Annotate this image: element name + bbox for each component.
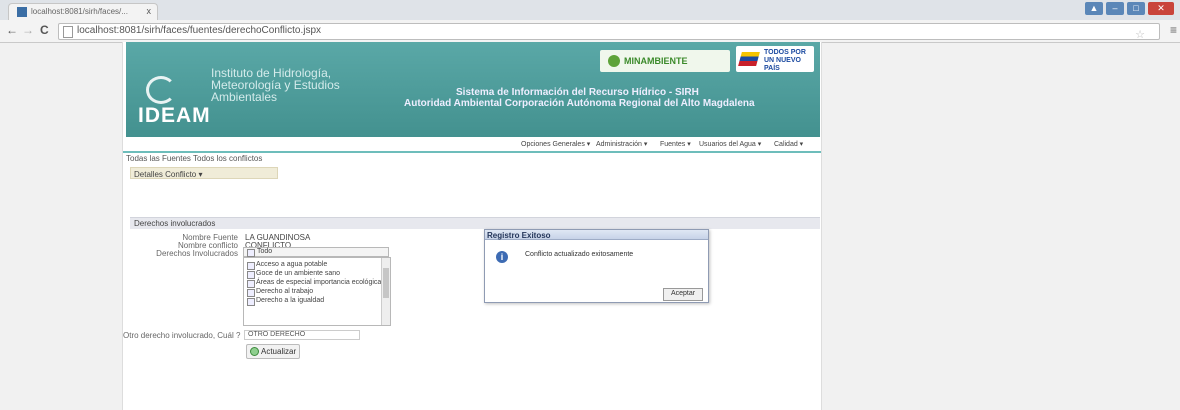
minambiente-text: MINAMBIENTE	[624, 56, 688, 66]
todos-logo: TODOS POR UN NUEVO PAÍS	[736, 46, 814, 72]
tab-close-icon[interactable]: x	[147, 6, 152, 16]
page-content: IDEAM Instituto de Hidrología, Meteorolo…	[122, 42, 822, 410]
list-item-label: Derecho al trabajo	[256, 288, 314, 295]
ideam-logo-text: IDEAM	[138, 104, 211, 127]
refresh-icon	[250, 347, 259, 356]
minimize-button[interactable]: –	[1106, 2, 1124, 15]
checkbox-icon[interactable]	[247, 249, 255, 257]
scrollbar-thumb[interactable]	[383, 268, 389, 298]
authority-title: Autoridad Ambiental Corporación Autónoma…	[404, 98, 755, 109]
bookmark-star-icon[interactable]: ☆	[1135, 28, 1145, 41]
back-button[interactable]: ←	[6, 23, 18, 37]
minambiente-logo: MINAMBIENTE	[600, 50, 730, 72]
menu-calidad[interactable]: Calidad ▾	[774, 140, 803, 148]
menu-opciones-generales[interactable]: Opciones Generales ▾	[521, 140, 590, 148]
url-input[interactable]: localhost:8081/sirh/faces/fuentes/derech…	[58, 23, 1160, 41]
actualizar-label: Actualizar	[261, 347, 297, 356]
info-icon: i	[496, 251, 508, 263]
header-banner: IDEAM Instituto de Hidrología, Meteorolo…	[126, 42, 820, 137]
checkbox-icon[interactable]	[247, 280, 255, 288]
ideam-logo-icon	[146, 76, 176, 104]
page-icon	[63, 26, 73, 38]
user-icon[interactable]: ▲	[1085, 2, 1103, 15]
detalles-conflicto-menu[interactable]: Detalles Conflicto ▾	[130, 167, 278, 179]
close-window-button[interactable]: ✕	[1148, 2, 1174, 15]
browser-menu-icon[interactable]: ≡	[1170, 23, 1177, 37]
institute-name: Instituto de Hidrología, Meteorología y …	[211, 66, 340, 104]
flag-icon	[738, 52, 760, 66]
menu-administracion[interactable]: Administración ▾	[596, 140, 647, 148]
forward-button[interactable]: →	[22, 23, 34, 37]
success-dialog: Registro Exitoso i Conflicto actualizado…	[484, 229, 709, 303]
checkbox-icon[interactable]	[247, 271, 255, 279]
list-item-label: Derecho a la igualdad	[256, 297, 325, 304]
tab-title: localhost:8081/sirh/faces/...	[31, 7, 128, 16]
todos-text: TODOS POR UN NUEVO PAÍS	[764, 49, 806, 72]
list-item[interactable]: Derecho a la igualdad	[244, 297, 390, 306]
url-text: localhost:8081/sirh/faces/fuentes/derech…	[77, 25, 322, 36]
list-item-label: Acceso a agua potable	[256, 261, 328, 268]
todo-label: Todo	[257, 248, 273, 255]
list-item-label: Goce de un ambiente sano	[256, 270, 341, 277]
minambiente-icon	[608, 55, 620, 67]
derechos-label: Derechos Involucrados	[156, 249, 238, 258]
reload-button[interactable]: C	[40, 23, 49, 37]
favicon-icon	[17, 7, 27, 17]
dialog-message: Conflicto actualizado exitosamente	[525, 251, 634, 258]
otro-derecho-input[interactable]: OTRO DERECHO	[244, 330, 360, 340]
list-item[interactable]: Acceso a agua potable	[244, 261, 390, 270]
actualizar-button[interactable]: Actualizar	[246, 344, 300, 359]
menu-fuentes[interactable]: Fuentes ▾	[660, 140, 691, 148]
section-header: Derechos involucrados	[130, 217, 820, 229]
menu-usuarios-del-agua[interactable]: Usuarios del Agua ▾	[699, 140, 761, 148]
maximize-button[interactable]: □	[1127, 2, 1145, 15]
aceptar-button[interactable]: Aceptar	[663, 288, 703, 301]
system-title: Sistema de Información del Recurso Hídri…	[456, 87, 699, 98]
list-item-label: Áreas de especial importancia ecológica	[256, 279, 382, 286]
todo-checkbox-row[interactable]: Todo	[243, 247, 389, 257]
browser-tab-bar: localhost:8081/sirh/faces/... x ▲ – □ ✕	[0, 0, 1180, 20]
checkbox-icon[interactable]	[247, 262, 255, 270]
otro-derecho-label: Otro derecho involucrado, Cuál ?	[123, 331, 241, 340]
checkbox-icon[interactable]	[247, 298, 255, 306]
dialog-title: Registro Exitoso	[485, 230, 708, 240]
breadcrumb-links[interactable]: Todas las Fuentes Todos los conflictos	[126, 154, 262, 163]
derechos-listbox[interactable]: Acceso a agua potable Goce de un ambient…	[243, 257, 391, 326]
list-item[interactable]: Áreas de especial importancia ecológica	[244, 279, 390, 288]
list-item[interactable]: Goce de un ambiente sano	[244, 270, 390, 279]
window-controls: ▲ – □ ✕	[1082, 2, 1174, 16]
checkbox-icon[interactable]	[247, 289, 255, 297]
top-navigation: Opciones Generales ▾ Administración ▾ Fu…	[123, 137, 821, 153]
browser-tab[interactable]: localhost:8081/sirh/faces/... x	[8, 3, 158, 20]
address-bar-area: ← → C localhost:8081/sirh/faces/fuentes/…	[0, 20, 1180, 43]
list-item[interactable]: Derecho al trabajo	[244, 288, 390, 297]
scrollbar[interactable]	[381, 258, 390, 325]
